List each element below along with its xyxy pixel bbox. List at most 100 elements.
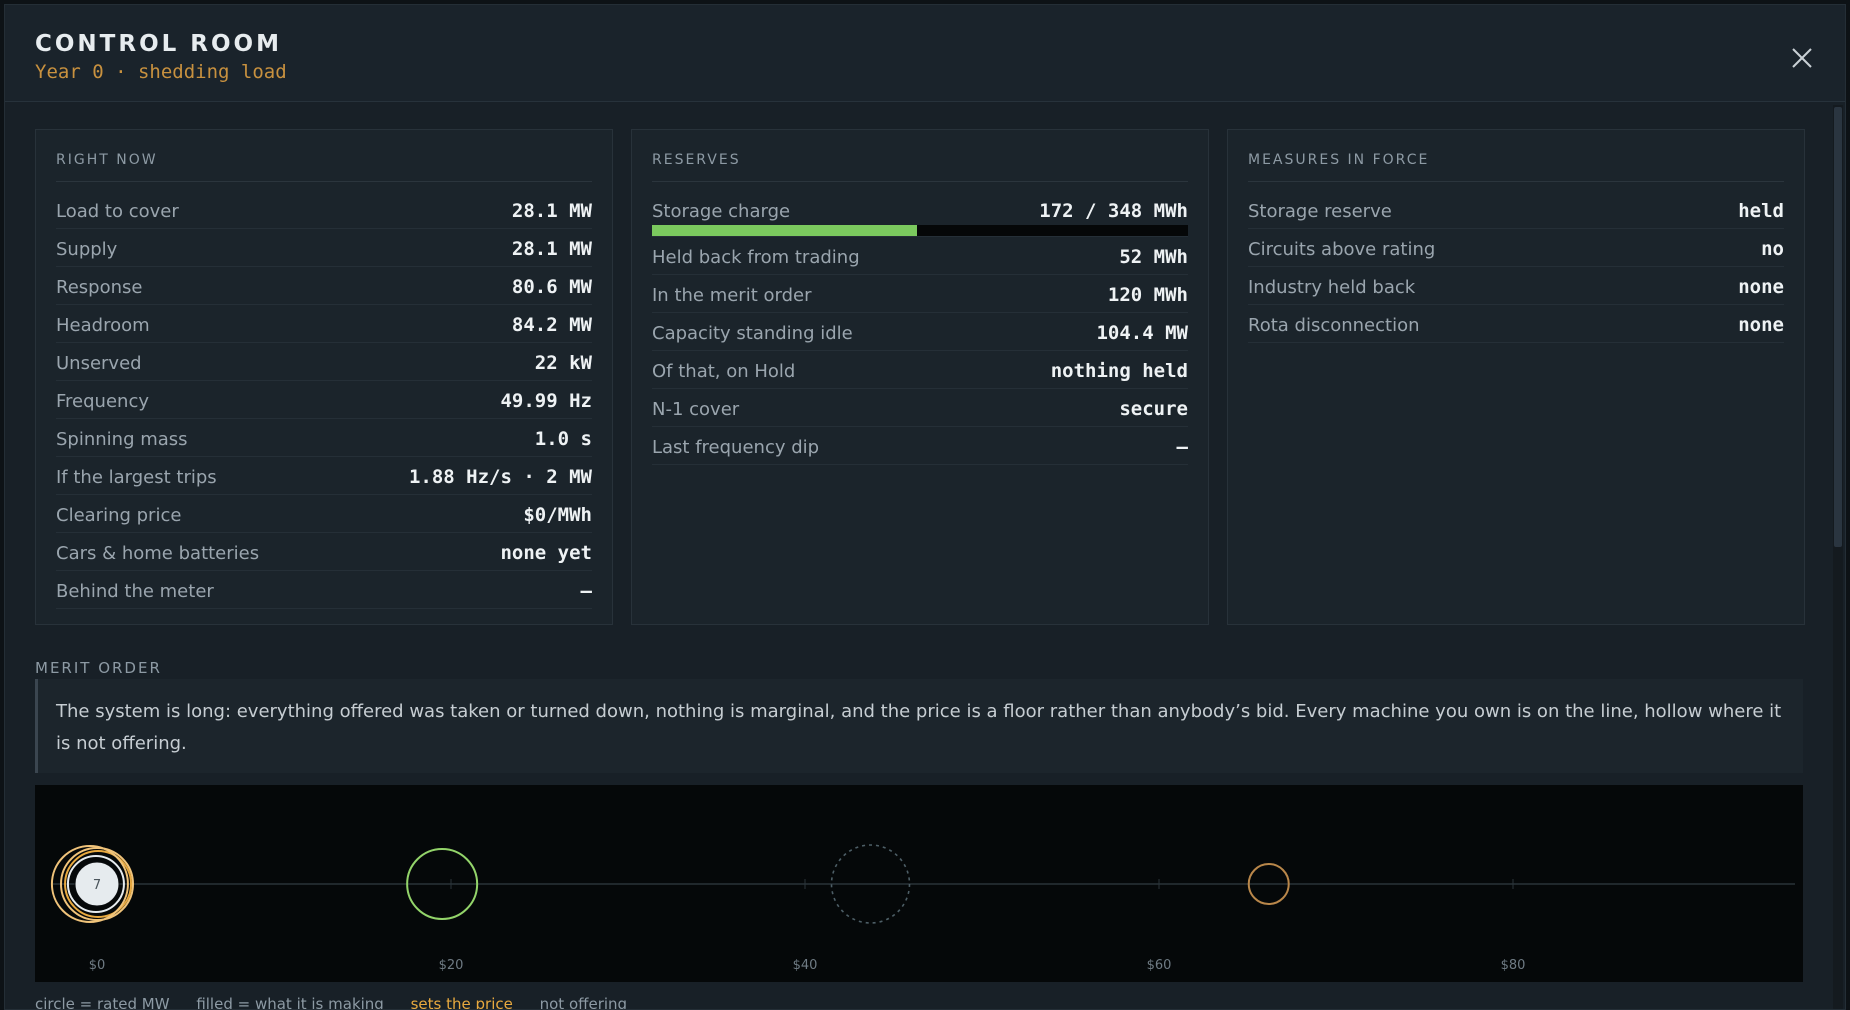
stat-row: Load to cover 28.1 MW — [56, 191, 592, 229]
stat-value: none — [1738, 276, 1784, 298]
storage-charge-fill — [652, 225, 917, 236]
stat-row: N-1 cover secure — [652, 389, 1188, 427]
stat-row: Rota disconnection none — [1248, 305, 1784, 343]
stat-value: 84.2 MW — [511, 314, 592, 336]
stat-value: 120 MWh — [1107, 284, 1188, 306]
page-subtitle: Year 0 · shedding load — [35, 61, 287, 83]
stat-value: $0/MWh — [523, 504, 592, 526]
stat-row: Held back from trading 52 MWh — [652, 237, 1188, 275]
stat-row: Supply 28.1 MW — [56, 229, 592, 267]
stat-value: 172 / 348 MWh — [1039, 200, 1188, 222]
stat-label: Response — [56, 277, 143, 298]
merit-order-heading: MERIT ORDER — [35, 659, 162, 677]
stat-row: If the largest trips 1.88 Hz/s · 2 MW — [56, 457, 592, 495]
stat-label: In the merit order — [652, 285, 812, 306]
legend-filled: filled = what it is making — [196, 995, 384, 1010]
merit-unit-label: 7 — [93, 878, 101, 893]
storage-charge-bar — [652, 225, 1188, 236]
stat-label: Rota disconnection — [1248, 315, 1420, 336]
storage-charge-row: Storage charge 172 / 348 MWh — [652, 191, 1188, 237]
stat-value: 104.4 MW — [1096, 322, 1188, 344]
stat-label: Circuits above rating — [1248, 239, 1436, 260]
stat-row: Unserved 22 kW — [56, 343, 592, 381]
legend-rated: circle = rated MW — [35, 995, 170, 1010]
stat-label: Load to cover — [56, 201, 179, 222]
stat-row: Frequency 49.99 Hz — [56, 381, 592, 419]
stat-value: secure — [1119, 398, 1188, 420]
stat-value: — — [580, 580, 592, 602]
stat-row: Clearing price $0/MWh — [56, 495, 592, 533]
stat-label: N-1 cover — [652, 399, 740, 420]
merit-order-note: The system is long: everything offered w… — [35, 679, 1803, 773]
merit-tick-label: $40 — [793, 958, 818, 973]
merit-tick-label: $60 — [1147, 958, 1172, 973]
stat-label: Supply — [56, 239, 118, 260]
stat-value: 28.1 MW — [511, 238, 592, 260]
stat-value: held — [1738, 200, 1784, 222]
merit-order-chart: $0 $20 $40 $60 $80 7 — [35, 785, 1803, 982]
legend-not-offering: not offering — [539, 995, 628, 1010]
stat-value: none — [1738, 314, 1784, 336]
stat-row: Cars & home batteries none yet — [56, 533, 592, 571]
stat-value: 49.99 Hz — [500, 390, 592, 412]
stat-label: If the largest trips — [56, 467, 217, 488]
panel-reserves: RESERVES Storage charge 172 / 348 MWh He… — [631, 129, 1209, 625]
stat-value: — — [1176, 436, 1188, 458]
stat-row: Last frequency dip — — [652, 427, 1188, 465]
stat-row: Spinning mass 1.0 s — [56, 419, 592, 457]
stat-row: Behind the meter — — [56, 571, 592, 609]
stat-label: Held back from trading — [652, 247, 860, 268]
reserves-rows: Storage charge 172 / 348 MWh Held back f… — [652, 191, 1188, 465]
right-now-rows: Load to cover 28.1 MW Supply 28.1 MW Respo… — [56, 191, 592, 609]
merit-order-plot: $0 $20 $40 $60 $80 7 — [50, 844, 1795, 973]
stat-label: Storage reserve — [1248, 201, 1392, 222]
stat-value: no — [1761, 238, 1784, 260]
measures-rows: Storage reserve held Circuits above ratin… — [1248, 191, 1784, 343]
stat-label: Behind the meter — [56, 581, 214, 602]
scrollbar[interactable] — [1833, 105, 1843, 1009]
stat-value: 1.88 Hz/s · 2 MW — [408, 466, 592, 488]
control-room-window: CONTROL ROOM Year 0 · shedding load RIGH… — [4, 4, 1846, 1010]
stat-label: Frequency — [56, 391, 149, 412]
page-title: CONTROL ROOM — [35, 31, 282, 57]
stat-row: Circuits above rating no — [1248, 229, 1784, 267]
stat-row: Of that, on Hold nothing held — [652, 351, 1188, 389]
header: CONTROL ROOM Year 0 · shedding load — [5, 5, 1845, 102]
panel-measures-in-force: MEASURES IN FORCE Storage reserve held Ci… — [1227, 129, 1805, 625]
stat-value: 80.6 MW — [511, 276, 592, 298]
stat-label: Last frequency dip — [652, 437, 820, 458]
stat-row: Response 80.6 MW — [56, 267, 592, 305]
stat-value: none yet — [500, 542, 592, 564]
stat-row: Capacity standing idle 104.4 MW — [652, 313, 1188, 351]
stat-label: Headroom — [56, 315, 150, 336]
stat-label: Capacity standing idle — [652, 323, 853, 344]
stat-value: 28.1 MW — [511, 200, 592, 222]
close-button[interactable] — [1789, 45, 1815, 71]
stat-label: Industry held back — [1248, 277, 1416, 298]
stat-value: 22 kW — [534, 352, 592, 374]
stat-label: Cars & home batteries — [56, 543, 260, 564]
stat-row: Industry held back none — [1248, 267, 1784, 305]
panel-heading: MEASURES IN FORCE — [1248, 152, 1784, 182]
stat-label: Clearing price — [56, 505, 182, 526]
stat-label: Storage charge — [652, 201, 791, 222]
panel-heading: RIGHT NOW — [56, 152, 592, 182]
stat-row: Storage reserve held — [1248, 191, 1784, 229]
panel-heading: RESERVES — [652, 152, 1188, 182]
stat-row: In the merit order 120 MWh — [652, 275, 1188, 313]
stat-label: Unserved — [56, 353, 142, 374]
close-icon — [1792, 48, 1812, 68]
stat-label: Spinning mass — [56, 429, 188, 450]
merit-tick-label: $20 — [439, 958, 464, 973]
stat-value: 1.0 s — [534, 428, 592, 450]
merit-tick-label: $80 — [1501, 958, 1526, 973]
stat-label: Of that, on Hold — [652, 361, 796, 382]
stat-value: nothing held — [1050, 360, 1188, 382]
legend-sets-price: sets the price — [410, 995, 513, 1010]
merit-tick-label: $0 — [89, 958, 106, 973]
scrollbar-thumb[interactable] — [1834, 107, 1842, 547]
chart-legend: circle = rated MW filled = what it is ma… — [35, 995, 649, 1010]
stat-row: Headroom 84.2 MW — [56, 305, 592, 343]
panel-right-now: RIGHT NOW Load to cover 28.1 MW Supply 28.… — [35, 129, 613, 625]
stat-value: 52 MWh — [1119, 246, 1188, 268]
